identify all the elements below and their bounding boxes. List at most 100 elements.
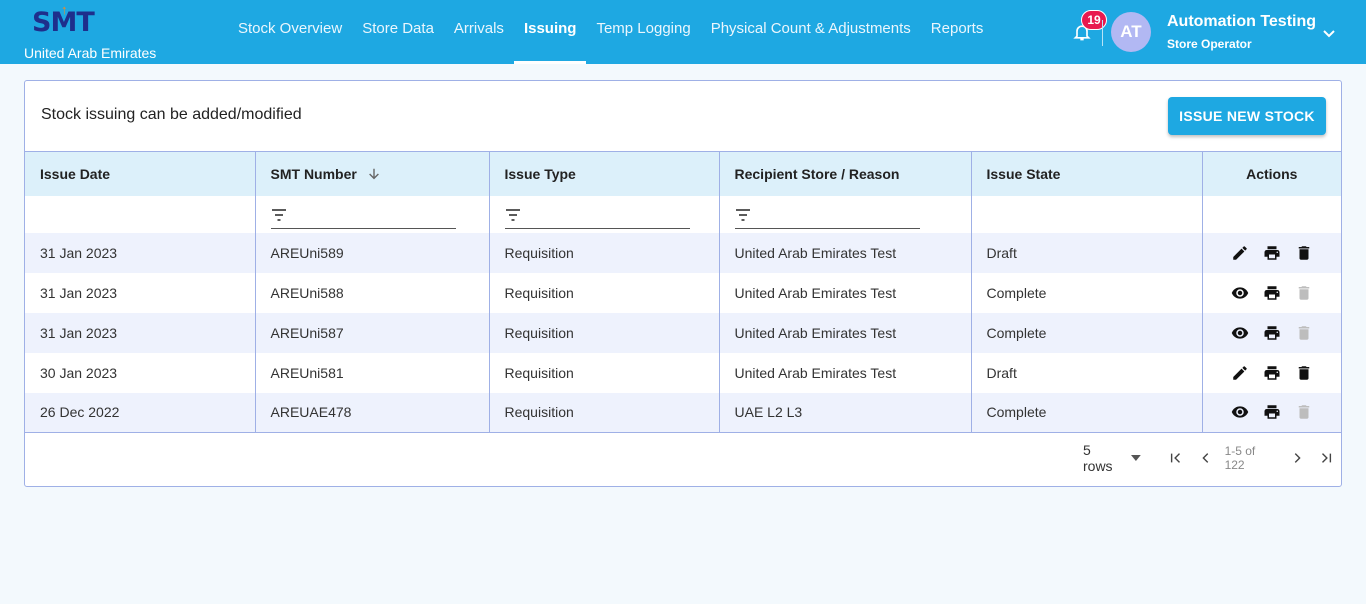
trash-icon	[1294, 323, 1314, 343]
issue-state-cell: Complete	[971, 312, 1203, 353]
column-header-issue-state[interactable]: Issue State	[971, 151, 1203, 196]
nav-store-data[interactable]: Store Data	[352, 0, 444, 64]
filter-cell-empty	[25, 195, 256, 233]
issue-type-cell: Requisition	[489, 392, 720, 433]
nav-stock-overview[interactable]: Stock Overview	[228, 0, 352, 64]
rows-per-page-label: 5 rows	[1083, 442, 1113, 474]
issuing-card: Stock issuing can be added/modified ISSU…	[24, 80, 1342, 487]
pencil-icon[interactable]	[1230, 243, 1250, 263]
country-name: United Arab Emirates	[24, 45, 157, 61]
column-header-actions: Actions	[1202, 151, 1341, 196]
filter-icon	[735, 208, 750, 221]
logo-arrow-icon: ↑	[61, 2, 68, 17]
issues-table: Issue Date SMT Number Issue Type Recipie…	[25, 151, 1341, 433]
trash-icon[interactable]	[1294, 363, 1314, 383]
issue-type-cell: Requisition	[489, 312, 720, 353]
previous-page-icon[interactable]	[1197, 449, 1215, 467]
issue-state-cell: Complete	[971, 272, 1203, 313]
sort-arrow-down-icon[interactable]	[367, 167, 381, 181]
avatar[interactable]: AT	[1111, 12, 1151, 52]
issue-date-cell: 30 Jan 2023	[25, 352, 256, 393]
pencil-icon[interactable]	[1230, 363, 1250, 383]
chevron-down-icon[interactable]	[1322, 26, 1336, 38]
issue-date-cell: 31 Jan 2023	[25, 272, 256, 313]
last-page-icon[interactable]	[1317, 449, 1335, 467]
smt-number-cell: AREUni581	[255, 352, 490, 393]
page-title: Stock issuing can be added/modified	[41, 106, 302, 123]
printer-icon[interactable]	[1262, 283, 1282, 303]
table-row[interactable]: 26 Dec 2022 AREUAE478 Requisition UAE L2 L3…	[25, 392, 1341, 433]
filter-cell-issue-type	[489, 195, 720, 233]
rows-per-page-select[interactable]: 5 rows	[1083, 442, 1142, 474]
actions-cell	[1202, 272, 1341, 313]
filter-cell-smt-number	[255, 195, 490, 233]
smt-logo[interactable]: SMT ↑	[32, 2, 102, 41]
issue-date-cell: 26 Dec 2022	[25, 392, 256, 433]
table-row[interactable]: 31 Jan 2023 AREUni587 Requisition United Ar…	[25, 312, 1341, 353]
table-row[interactable]: 30 Jan 2023 AREUni581 Requisition United Ar…	[25, 352, 1341, 393]
filter-icon	[271, 208, 286, 221]
next-page-icon[interactable]	[1288, 449, 1306, 467]
issue-type-cell: Requisition	[489, 352, 720, 393]
nav-issuing[interactable]: Issuing	[513, 0, 587, 64]
smt-number-cell: AREUni588	[255, 272, 490, 313]
smt-number-filter-input[interactable]	[270, 199, 456, 229]
printer-icon[interactable]	[1262, 363, 1282, 383]
pagination: 5 rows 1-5 of 122	[1083, 442, 1341, 474]
recipient-cell: United Arab Emirates Test	[719, 272, 972, 313]
notification-badge: 19	[1081, 10, 1107, 30]
issue-new-stock-button[interactable]: ISSUE NEW STOCK	[1168, 97, 1326, 135]
recipient-cell: United Arab Emirates Test	[719, 232, 972, 273]
eye-icon[interactable]	[1230, 402, 1250, 422]
issue-state-cell: Draft	[971, 232, 1203, 273]
table-row[interactable]: 31 Jan 2023 AREUni588 Requisition United Ar…	[25, 272, 1341, 313]
issue-date-cell: 31 Jan 2023	[25, 232, 256, 273]
eye-icon[interactable]	[1230, 323, 1250, 343]
filter-icon	[505, 208, 520, 221]
page-range: 1-5 of 122	[1224, 444, 1256, 472]
actions-cell	[1202, 312, 1341, 353]
trash-icon[interactable]	[1294, 243, 1314, 263]
smt-number-cell: AREUni587	[255, 312, 490, 353]
filter-cell-recipient	[719, 195, 972, 233]
printer-icon[interactable]	[1262, 243, 1282, 263]
actions-cell	[1202, 352, 1341, 393]
issue-type-cell: Requisition	[489, 232, 720, 273]
printer-icon[interactable]	[1262, 323, 1282, 343]
dropdown-arrow-icon	[1131, 455, 1142, 461]
printer-icon[interactable]	[1262, 402, 1282, 422]
smt-number-cell: AREUni589	[255, 232, 490, 273]
table-row[interactable]: 31 Jan 2023 AREUni589 Requisition United Ar…	[25, 232, 1341, 273]
issue-state-cell: Draft	[971, 352, 1203, 393]
nav-arrivals[interactable]: Arrivals	[444, 0, 514, 64]
trash-icon	[1294, 283, 1314, 303]
filter-cell-empty	[1202, 195, 1341, 233]
filter-cell-empty	[971, 195, 1203, 233]
divider	[1102, 20, 1103, 46]
first-page-icon[interactable]	[1167, 449, 1185, 467]
column-header-issue-type[interactable]: Issue Type	[489, 151, 720, 196]
issue-state-cell: Complete	[971, 392, 1203, 433]
actions-cell	[1202, 392, 1341, 433]
user-role: Store Operator	[1167, 37, 1252, 51]
nav-reports[interactable]: Reports	[921, 0, 994, 64]
nav-temp-logging[interactable]: Temp Logging	[586, 0, 700, 64]
issue-type-cell: Requisition	[489, 272, 720, 313]
column-label: SMT Number	[270, 165, 357, 182]
user-name[interactable]: Automation Testing	[1167, 13, 1316, 31]
smt-number-cell: AREUAE478	[255, 392, 490, 433]
column-header-recipient[interactable]: Recipient Store / Reason	[719, 151, 972, 196]
recipient-cell: United Arab Emirates Test	[719, 312, 972, 353]
recipient-cell: UAE L2 L3	[719, 392, 972, 433]
eye-icon[interactable]	[1230, 283, 1250, 303]
issue-date-cell: 31 Jan 2023	[25, 312, 256, 353]
top-app-bar: SMT ↑ United Arab Emirates Stock Overvie…	[0, 0, 1366, 64]
recipient-filter-input[interactable]	[734, 199, 920, 229]
recipient-cell: United Arab Emirates Test	[719, 352, 972, 393]
actions-cell	[1202, 232, 1341, 273]
column-header-smt-number[interactable]: SMT Number	[255, 151, 490, 196]
column-header-issue-date[interactable]: Issue Date	[25, 151, 256, 196]
issue-type-filter-input[interactable]	[504, 199, 690, 229]
nav-physical-count[interactable]: Physical Count & Adjustments	[701, 0, 921, 64]
main-nav: Stock Overview Store Data Arrivals Issui…	[228, 0, 993, 64]
